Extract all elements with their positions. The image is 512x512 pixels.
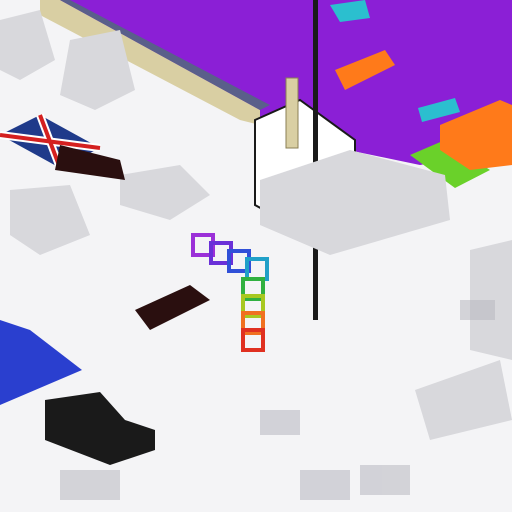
tall-black-pole [313, 0, 318, 320]
game-viewport[interactable] [0, 0, 512, 512]
world-canvas[interactable] [0, 0, 512, 512]
